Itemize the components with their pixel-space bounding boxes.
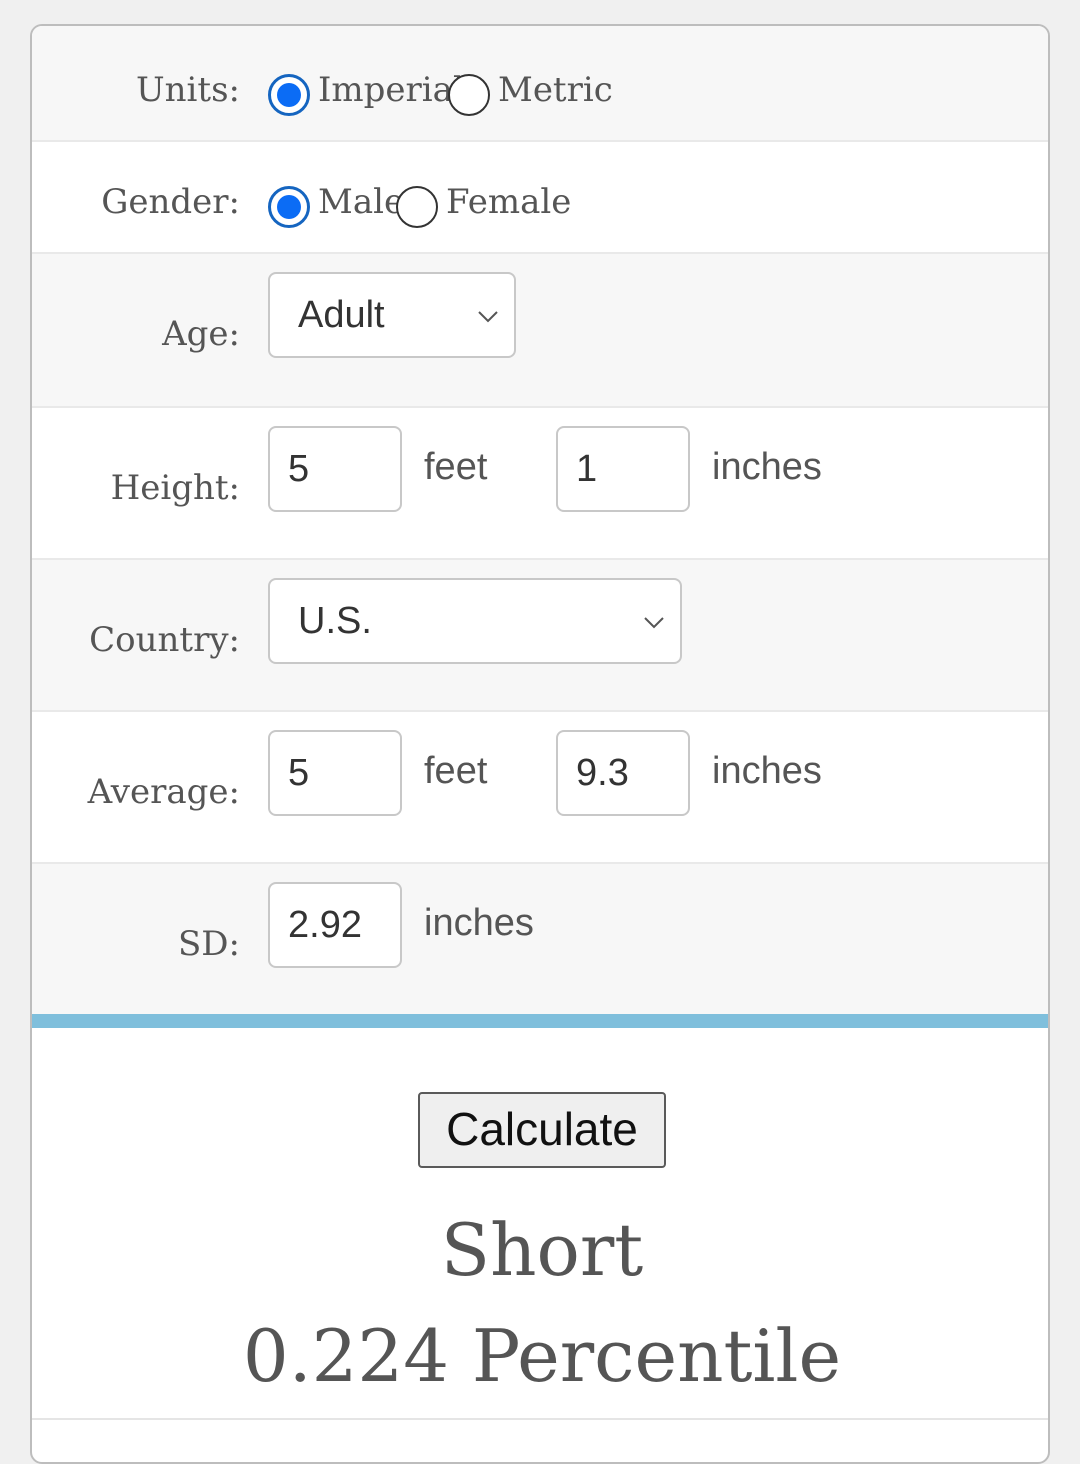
age-row: Age: Adult — [32, 254, 1048, 408]
country-row: Country: U.S. — [32, 560, 1048, 712]
country-label: Country: — [89, 620, 240, 660]
gender-female-radio[interactable] — [396, 186, 438, 228]
average-inches-input[interactable]: 9.3 — [556, 730, 690, 816]
height-feet-input[interactable]: 5 — [268, 426, 402, 512]
sd-input[interactable]: 2.92 — [268, 882, 402, 968]
gender-label: Gender: — [101, 182, 240, 222]
average-feet-input[interactable]: 5 — [268, 730, 402, 816]
chevron-down-icon — [644, 617, 664, 629]
age-label: Age: — [162, 314, 240, 354]
chevron-down-icon — [478, 311, 498, 323]
gender-male-label[interactable]: Male — [318, 182, 404, 222]
result-category: Short — [440, 1208, 644, 1292]
average-row: Average: 5 feet 9.3 inches — [32, 712, 1048, 864]
bottom-divider — [32, 1418, 1048, 1420]
average-inches-unit: inches — [712, 750, 822, 792]
height-inches-input[interactable]: 1 — [556, 426, 690, 512]
units-label: Units: — [136, 70, 240, 110]
units-metric-radio[interactable] — [448, 74, 490, 116]
height-row: Height: 5 feet 1 inches — [32, 408, 1048, 560]
units-imperial-label[interactable]: Imperial — [318, 70, 464, 110]
country-select-value: U.S. — [298, 600, 372, 642]
sd-row: SD: 2.92 inches — [32, 864, 1048, 1014]
results-divider — [32, 1014, 1048, 1028]
sd-label: SD: — [177, 924, 240, 964]
gender-row: Gender: Male Female — [32, 142, 1048, 254]
height-inches-unit: inches — [712, 446, 822, 488]
units-row: Units: Imperial Metric — [32, 26, 1048, 142]
units-imperial-radio[interactable] — [268, 74, 310, 116]
calculate-button[interactable]: Calculate — [418, 1092, 666, 1168]
average-feet-unit: feet — [424, 750, 488, 792]
sd-unit: inches — [424, 902, 534, 944]
age-select[interactable]: Adult — [268, 272, 516, 358]
country-select[interactable]: U.S. — [268, 578, 682, 664]
units-metric-label[interactable]: Metric — [498, 70, 613, 110]
result-percentile: 0.224 Percentile — [242, 1314, 842, 1398]
age-select-value: Adult — [298, 294, 385, 336]
height-label: Height: — [110, 468, 240, 508]
height-feet-unit: feet — [424, 446, 488, 488]
average-label: Average: — [87, 772, 240, 812]
gender-female-label[interactable]: Female — [446, 182, 571, 222]
gender-male-radio[interactable] — [268, 186, 310, 228]
calculator-card: Units: Imperial Metric Gender: Male Fema… — [30, 24, 1050, 1464]
